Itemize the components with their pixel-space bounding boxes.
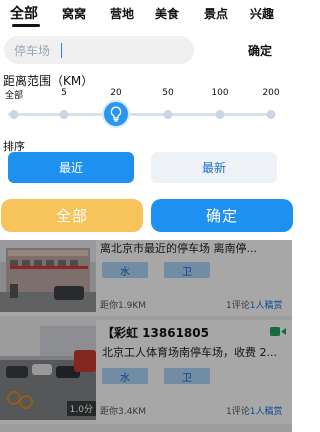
distance-tick-50[interactable]: 50 [162,88,173,98]
distance-tick-100[interactable]: 100 [211,88,228,98]
slider-stop[interactable] [163,110,173,119]
slider-stop[interactable] [215,110,225,119]
amenity-tag: 水 [102,368,148,384]
result-address: 离北京市最近的停车场 离南停... [100,242,257,255]
tab-wowo[interactable]: 窝窝 [62,5,86,22]
slider-stop[interactable] [59,110,69,119]
reward-link[interactable]: 1人稿赏 [250,407,283,417]
distance-tick-5[interactable]: 5 [61,88,67,98]
list-item[interactable]: 离北京市最近的停车场 离南停... 水 卫 距你1.9KM 1评论1人稿赏 [0,240,292,316]
distance-slider-track[interactable] [8,113,274,116]
slider-stop[interactable] [266,110,276,119]
search-bar[interactable] [4,36,194,64]
tab-interest[interactable]: 兴趣 [250,5,274,22]
slider-stop[interactable] [9,110,19,119]
list-item[interactable]: 1.0分 【彩虹 13861805 北京工人体育场南停车场，收费 2... 水 … [0,320,292,424]
result-address: 北京工人体育场南停车场，收费 2... [102,346,277,359]
distance-slider-thumb[interactable] [104,102,128,126]
comment-count[interactable]: 1评论 [226,301,250,311]
search-input[interactable] [14,43,174,57]
reward-link[interactable]: 1人稿赏 [250,301,283,311]
active-tab-indicator [12,24,40,27]
text-cursor [61,43,62,58]
distance-tick-20[interactable]: 20 [110,88,121,98]
amenity-tag: 卫 [164,368,210,384]
distance-tick-all[interactable]: 全部 [5,88,23,101]
tab-camp[interactable]: 营地 [110,5,134,22]
results-list: 离北京市最近的停车场 离南停... 水 卫 距你1.9KM 1评论1人稿赏 1.… [0,240,292,432]
category-tabs: 全部 窝窝 营地 美食 景点 兴趣 [0,0,292,28]
photo-badge: 1.0分 [66,401,96,416]
result-photo [0,240,96,312]
confirm-button[interactable]: 确定 [151,199,293,232]
sort-newest-button[interactable]: 最新 [151,152,277,183]
amenity-tag: 水 [102,262,148,278]
search-confirm-button[interactable]: 确定 [248,42,272,59]
result-title: 【彩虹 13861805 [102,326,209,340]
tab-all[interactable]: 全部 [10,3,38,23]
tab-food[interactable]: 美食 [155,5,179,22]
distance-range-title: 距离范围（KM） [3,74,94,88]
distance-tick-200[interactable]: 200 [262,88,279,98]
result-distance: 距你3.4KM [100,407,146,417]
result-stats: 1评论1人稿赏 [226,298,282,311]
amenity-tag: 卫 [164,262,210,278]
tab-scenic[interactable]: 景点 [204,5,228,22]
sort-nearest-button[interactable]: 最近 [8,152,134,183]
comment-count[interactable]: 1评论 [226,407,250,417]
reset-all-button[interactable]: 全部 [1,199,143,232]
result-photo: 1.0分 [0,320,96,420]
result-distance: 距你1.9KM [100,301,146,311]
video-icon [270,327,286,336]
result-stats: 1评论1人稿赏 [226,404,282,417]
lightbulb-icon [110,106,122,122]
